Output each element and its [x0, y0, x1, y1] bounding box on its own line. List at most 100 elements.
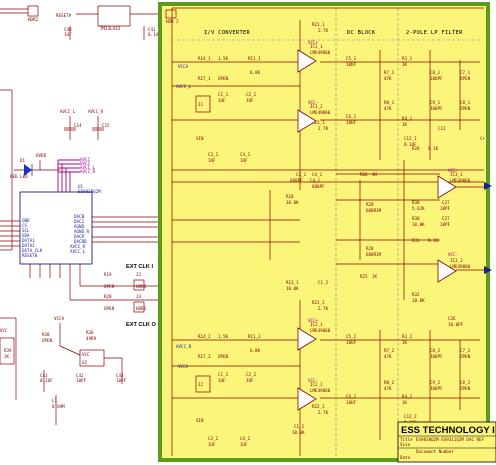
section-lpf: 2-POLE LP FILTER [406, 30, 463, 36]
svg-text:100PF: 100PF [430, 76, 443, 81]
svg-text:VCC+: VCC+ [308, 40, 319, 45]
svg-text:1UF: 1UF [218, 378, 226, 383]
svg-text:R32: R32 [412, 292, 420, 297]
avcc-l-label: AVCC_L [60, 109, 76, 114]
svg-text:C1_2: C1_2 [294, 424, 305, 429]
svg-text:1K: 1K [372, 172, 378, 177]
docnum-label: Document Number [416, 449, 454, 454]
svg-text:6.8K: 6.8K [250, 348, 261, 353]
svg-text:C6_2: C6_2 [346, 394, 357, 399]
svg-text:OPEN: OPEN [104, 284, 115, 289]
svg-text:R4_1: R4_1 [402, 116, 413, 121]
svg-text:C4_2: C4_2 [240, 436, 251, 441]
svg-text:10UF: 10UF [346, 340, 357, 345]
svg-text:10.0K: 10.0K [292, 430, 305, 435]
svg-text:C4_1: C4_1 [312, 172, 323, 177]
svg-text:2.7K: 2.7K [318, 410, 329, 415]
svg-text:10.0K: 10.0K [412, 298, 425, 303]
svg-text:680PF: 680PF [290, 178, 303, 183]
section-iv: I/V CONVERTER [204, 30, 251, 36]
svg-text:OPEN: OPEN [460, 106, 471, 111]
svg-text:C12: C12 [438, 126, 446, 131]
svg-text:AVCC_R: AVCC_R [80, 169, 96, 174]
svg-text:C8_1: C8_1 [460, 100, 471, 105]
svg-text:1UF: 1UF [64, 32, 72, 37]
svg-text:1K: 1K [402, 122, 408, 127]
led-section: DVDD D1 RED LED [10, 153, 60, 179]
svg-text:OPEN: OPEN [460, 354, 471, 359]
r-ref: R19 [104, 272, 112, 277]
title-block: ESS TECHNOLOGY I Title ES9038Q2M ES9311Q… [397, 421, 496, 463]
svg-text:10.0K: 10.0K [286, 286, 299, 291]
svg-text:OPEN: OPEN [460, 76, 471, 81]
opamp-part: LME49860 [310, 328, 331, 333]
svg-text:10UF: 10UF [346, 62, 357, 67]
svg-text:1UF: 1UF [240, 158, 248, 163]
opamp-part: LME49860 [450, 264, 471, 269]
company-name: ESS TECHNOLOGY I [401, 425, 495, 436]
svg-text:R28: R28 [366, 202, 374, 207]
svg-text:10PF: 10PF [76, 378, 87, 383]
svg-text:47K: 47K [384, 106, 392, 111]
svg-text:R11_2: R11_2 [248, 334, 261, 339]
svg-text:R11_1: R11_1 [248, 56, 261, 61]
svg-text:R22_2: R22_2 [312, 404, 325, 409]
top-left-header: HDR2 [0, 5, 39, 22]
svg-text:0.1UF: 0.1UF [40, 378, 53, 383]
svg-text:R17_2: R17_2 [198, 354, 211, 359]
svg-text:10.0K: 10.0K [412, 222, 425, 227]
ext-clk-label-2: EXT CLK O [126, 322, 156, 328]
svg-text:R20: R20 [104, 294, 112, 299]
section-dc: DC BLOCK [347, 30, 376, 36]
regulator-part: TM23LV33 [100, 26, 121, 31]
bottom-left-reg: VCC R39 1K [0, 328, 15, 365]
svg-text:J2: J2 [198, 382, 204, 387]
dac-pin-left: RESETB [22, 253, 38, 258]
svg-text:C8_2: C8_2 [460, 380, 471, 385]
svg-text:2.7K: 2.7K [318, 306, 329, 311]
svg-text:C2_1: C2_1 [246, 92, 257, 97]
svg-text:R38: R38 [42, 332, 50, 337]
svg-text:C27: C27 [442, 216, 450, 221]
svg-text:1K: 1K [372, 274, 378, 279]
svg-text:680R1M: 680R1M [366, 208, 382, 213]
svg-text:C8_2: C8_2 [430, 348, 441, 353]
svg-text:C1_2: C1_2 [318, 280, 329, 285]
svg-text:C5_1: C5_1 [346, 56, 357, 61]
osc-vcc: VCC [82, 352, 90, 357]
svg-text:R31: R31 [412, 238, 420, 243]
svg-text:OPEN: OPEN [218, 354, 229, 359]
svg-text:C3_2: C3_2 [208, 436, 219, 441]
svg-text:R20: R20 [412, 146, 420, 151]
opamp-part: LME49860 [310, 110, 331, 115]
svg-text:OPEN: OPEN [104, 306, 115, 311]
opamp-part: LME49860 [310, 388, 331, 393]
svg-text:C3_1: C3_1 [208, 152, 219, 157]
svg-text:0 OHM: 0 OHM [52, 404, 65, 409]
svg-text:R28: R28 [366, 246, 374, 251]
svg-text:10.0PF: 10.0PF [448, 322, 464, 327]
dac-pin-right: AVCC_L [70, 249, 86, 254]
svg-text:1.5K: 1.5K [218, 56, 229, 61]
regulator: TM23LV33 RESET# C40 1UF C41 0.1UF [56, 5, 161, 40]
svg-text:R18: R18 [286, 194, 294, 199]
vcca-label: VCCA [54, 316, 65, 321]
reset-label: RESET# [56, 13, 72, 18]
svg-text:47K: 47K [384, 354, 392, 359]
svg-text:C9_2: C9_2 [430, 380, 441, 385]
led-part: RED LED [10, 174, 28, 179]
svg-text:1UF: 1UF [246, 378, 254, 383]
svg-text:C7_1: C7_1 [460, 70, 471, 75]
svg-text:10.0K: 10.0K [286, 200, 299, 205]
svg-text:C4_1: C4_1 [310, 178, 321, 183]
svg-text:R7_1: R7_1 [384, 70, 395, 75]
svg-text:C4_1: C4_1 [240, 152, 251, 157]
svg-text:J1: J1 [198, 102, 204, 107]
svg-text:10UF: 10UF [346, 400, 357, 405]
svg-text:C2_2: C2_2 [246, 372, 257, 377]
svg-text:R21_1: R21_1 [312, 22, 325, 27]
svg-text:1UF: 1UF [208, 158, 216, 163]
svg-text:C3_1: C3_1 [296, 172, 307, 177]
svg-text:100PF: 100PF [430, 386, 443, 391]
svg-text:10UF: 10UF [346, 120, 357, 125]
